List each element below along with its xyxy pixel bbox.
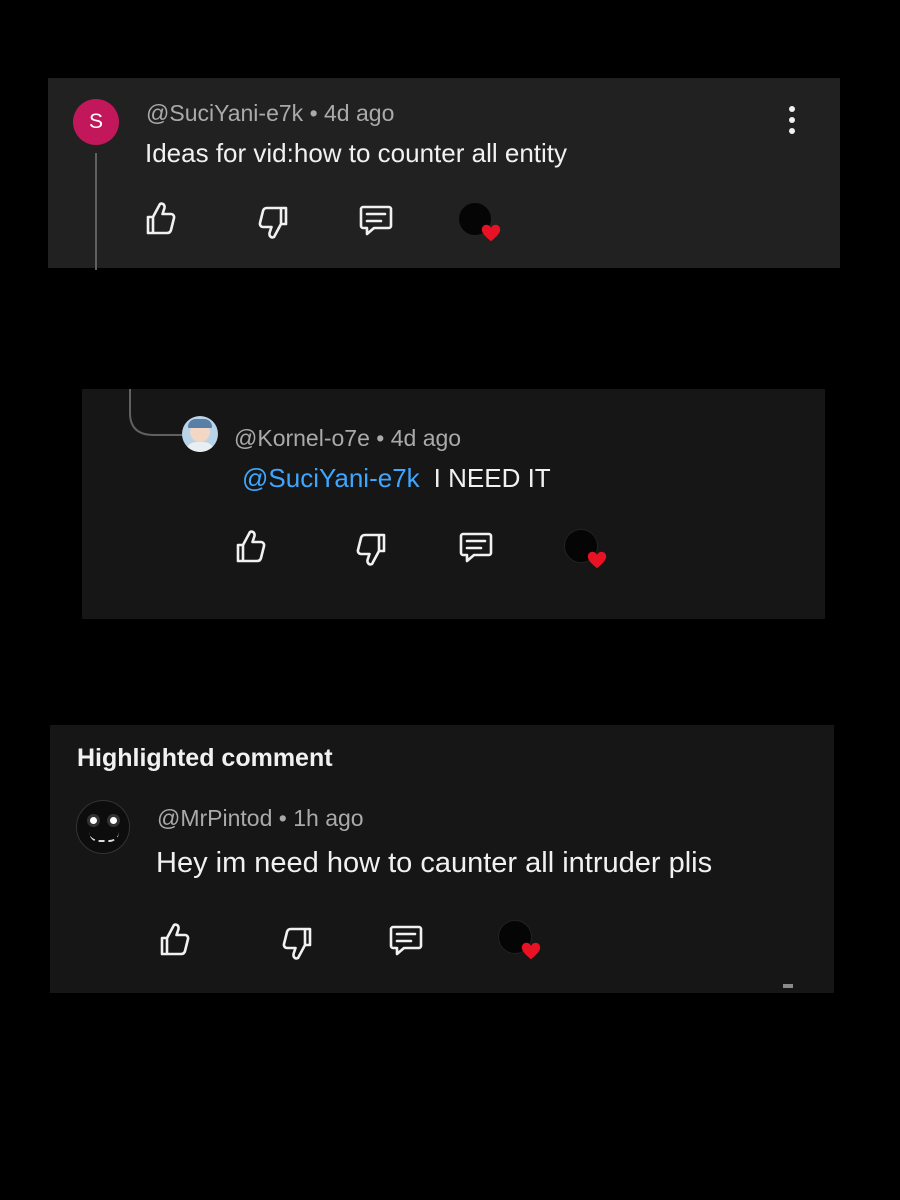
more-vert-icon[interactable]	[780, 100, 804, 140]
comment-meta: @SuciYani-e7k • 4d ago	[146, 100, 394, 127]
comment-meta: @MrPintod • 1h ago	[157, 805, 364, 832]
reply-thread-connector	[129, 389, 184, 436]
reply-text: I NEED IT	[433, 463, 551, 493]
comment-time: 4d ago	[324, 100, 395, 126]
creator-heart-icon	[564, 529, 606, 571]
heart-icon	[586, 549, 608, 571]
like-icon[interactable]	[154, 920, 194, 960]
comment-card-1: S @SuciYani-e7k • 4d ago Ideas for vid:h…	[48, 78, 840, 270]
author-name[interactable]: @Kornel-o7e	[234, 425, 370, 451]
meta-separator: •	[376, 425, 385, 451]
avatar[interactable]: S	[73, 99, 119, 145]
avatar[interactable]	[182, 416, 218, 452]
meta-separator: •	[309, 100, 318, 126]
heart-icon	[520, 940, 542, 962]
creator-heart-icon	[458, 202, 500, 244]
comment-card-3: Highlighted comment @MrPintod • 1h ago H…	[50, 725, 834, 993]
comment-text: Ideas for vid:how to counter all entity	[145, 138, 568, 168]
author-name[interactable]: @SuciYani-e7k	[146, 100, 303, 126]
comment-time: 1h ago	[293, 805, 364, 831]
comment-time: 4d ago	[390, 425, 462, 451]
section-title: Highlighted comment	[77, 744, 333, 772]
author-name[interactable]: @MrPintod	[157, 805, 272, 831]
like-icon[interactable]	[230, 527, 270, 567]
corner-mark	[783, 984, 793, 988]
comment-text: Hey im need how to caunter all intruder …	[156, 847, 713, 879]
reply-icon[interactable]	[356, 200, 396, 240]
reply-icon[interactable]	[386, 920, 426, 960]
meta-separator: •	[278, 805, 287, 831]
dislike-icon[interactable]	[254, 202, 294, 242]
comment-card-2: @Kornel-o7e • 4d ago @SuciYani-e7k I NEED…	[82, 389, 825, 619]
avatar[interactable]	[76, 800, 130, 854]
creator-heart-icon	[498, 920, 540, 962]
dislike-icon[interactable]	[352, 529, 392, 569]
thread-line	[95, 153, 97, 270]
dislike-icon[interactable]	[278, 923, 318, 963]
mention-link[interactable]: @SuciYani-e7k	[242, 463, 420, 493]
like-icon[interactable]	[140, 199, 180, 239]
reply-icon[interactable]	[456, 527, 496, 567]
comment-meta: @Kornel-o7e • 4d ago	[234, 425, 461, 452]
comment-text: @SuciYani-e7k I NEED IT	[242, 463, 551, 494]
heart-icon	[480, 222, 502, 244]
